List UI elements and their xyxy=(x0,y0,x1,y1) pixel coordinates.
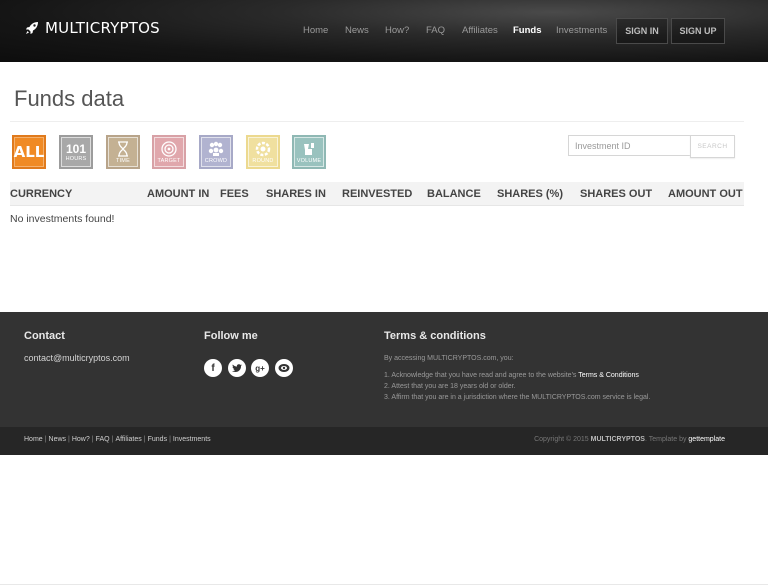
terms-item-1: 1. Acknowledge that you have read and ag… xyxy=(384,372,579,379)
copyright-brand: MULTICRYPTOS xyxy=(590,436,645,443)
filter-time-button[interactable]: TIME xyxy=(106,135,140,169)
empty-table-message: No investments found! xyxy=(10,213,115,225)
nav-funds[interactable]: Funds xyxy=(513,25,542,36)
volume-icon xyxy=(304,142,314,155)
investment-id-input[interactable] xyxy=(568,135,691,156)
filter-target-label: TARGET xyxy=(157,157,181,164)
footer-link-how[interactable]: How? xyxy=(72,436,90,443)
filter-target-button[interactable]: TARGET xyxy=(152,135,186,169)
col-shares-in[interactable]: SHARES IN xyxy=(266,188,326,200)
col-amount-out[interactable]: AMOUNT OUT xyxy=(668,188,743,200)
sign-up-button[interactable]: SIGN UP xyxy=(671,18,725,44)
subfooter: Home | News | How? | FAQ | Affiliates | Funds | Inve… xyxy=(0,427,768,455)
nav-how[interactable]: How? xyxy=(385,25,409,36)
nav-investments[interactable]: Investments xyxy=(556,25,607,36)
filter-volume-label: VOLUME xyxy=(296,157,322,164)
footer-link-affiliates[interactable]: Affiliates xyxy=(115,436,141,443)
filter-round-button[interactable]: ROUND xyxy=(246,135,280,169)
footer-link-funds[interactable]: Funds xyxy=(148,436,167,443)
filter-all-label: ALL xyxy=(13,143,45,161)
rocket-icon xyxy=(26,22,38,34)
footer-link-home[interactable]: Home xyxy=(24,436,43,443)
filter-hours-label: HOURS xyxy=(65,155,87,162)
terms-heading: Terms & conditions xyxy=(384,330,486,342)
filter-round-label: ROUND xyxy=(252,157,274,164)
google-plus-icon[interactable]: g+ xyxy=(251,359,269,377)
page-title: Funds data xyxy=(14,86,125,111)
col-fees[interactable]: FEES xyxy=(220,188,249,200)
filter-crowd-label: CROWD xyxy=(204,157,228,164)
footer-link-news[interactable]: News xyxy=(49,436,67,443)
sign-in-button[interactable]: SIGN IN xyxy=(616,18,668,44)
header-bar: MULTICRYPTOS Home News How? FAQ Affiliat… xyxy=(0,0,768,62)
filter-all-button[interactable]: ALL xyxy=(12,135,46,169)
twitter-icon[interactable] xyxy=(228,359,246,377)
follow-heading: Follow me xyxy=(204,330,258,342)
contact-heading: Contact xyxy=(24,330,65,342)
nav-affiliates[interactable]: Affiliates xyxy=(462,25,498,36)
brand-name: MULTICRYPTOS xyxy=(45,19,160,37)
nav-faq[interactable]: FAQ xyxy=(426,25,445,36)
terms-link[interactable]: Terms & Conditions xyxy=(578,372,639,379)
col-shares-out[interactable]: SHARES OUT xyxy=(580,188,652,200)
col-amount-in[interactable]: AMOUNT IN xyxy=(147,188,209,200)
copyright: Copyright © 2015 MULTICRYPTOS. Template … xyxy=(534,436,725,443)
filter-hours-button[interactable]: 101 HOURS xyxy=(59,135,93,169)
terms-intro: By accessing MULTICRYPTOS.com, you: xyxy=(384,355,514,362)
nav-news[interactable]: News xyxy=(345,25,369,36)
col-currency[interactable]: CURRENCY xyxy=(10,188,72,200)
copyright-mid: . Template by xyxy=(644,436,689,443)
hourglass-icon xyxy=(118,140,128,157)
col-reinvested[interactable]: REINVESTED xyxy=(342,188,412,200)
footer-link-faq[interactable]: FAQ xyxy=(96,436,110,443)
title-divider xyxy=(10,121,744,122)
nav-home[interactable]: Home xyxy=(303,25,328,36)
col-shares-pct[interactable]: SHARES (%) xyxy=(497,188,563,200)
terms-item-2: 2. Attest that you are 18 years old or o… xyxy=(384,383,516,390)
footer-link-investments[interactable]: Investments xyxy=(173,436,211,443)
brand-logo[interactable]: MULTICRYPTOS xyxy=(24,19,160,37)
skype-icon[interactable] xyxy=(275,359,293,377)
contact-email-link[interactable]: contact@multicryptos.com xyxy=(24,353,130,363)
filter-time-label: TIME xyxy=(116,157,130,164)
filter-volume-button[interactable]: VOLUME xyxy=(292,135,326,169)
target-icon xyxy=(161,140,177,157)
round-icon xyxy=(255,141,271,156)
template-author-link[interactable]: gettemplate xyxy=(688,436,725,443)
filter-crowd-button[interactable]: CROWD xyxy=(199,135,233,169)
funds-table-header: CURRENCY AMOUNT IN FEES SHARES IN REINVE… xyxy=(10,182,744,206)
terms-item-3: 3. Affirm that you are in a jurisdiction… xyxy=(384,394,651,401)
footer-links: Home | News | How? | FAQ | Affiliates | Funds | Inve… xyxy=(24,436,211,443)
facebook-icon[interactable]: f xyxy=(204,359,222,377)
search-button[interactable]: SEARCH xyxy=(690,135,735,158)
footer: Contact contact@multicryptos.com Follow … xyxy=(0,312,768,427)
hours-number: 101 xyxy=(65,141,87,156)
col-balance[interactable]: BALANCE xyxy=(427,188,481,200)
crowd-icon xyxy=(208,141,224,156)
bottom-divider xyxy=(0,584,768,585)
copyright-prefix: Copyright © 2015 xyxy=(534,436,591,443)
terms-list: 1. Acknowledge that you have read and ag… xyxy=(384,370,650,403)
